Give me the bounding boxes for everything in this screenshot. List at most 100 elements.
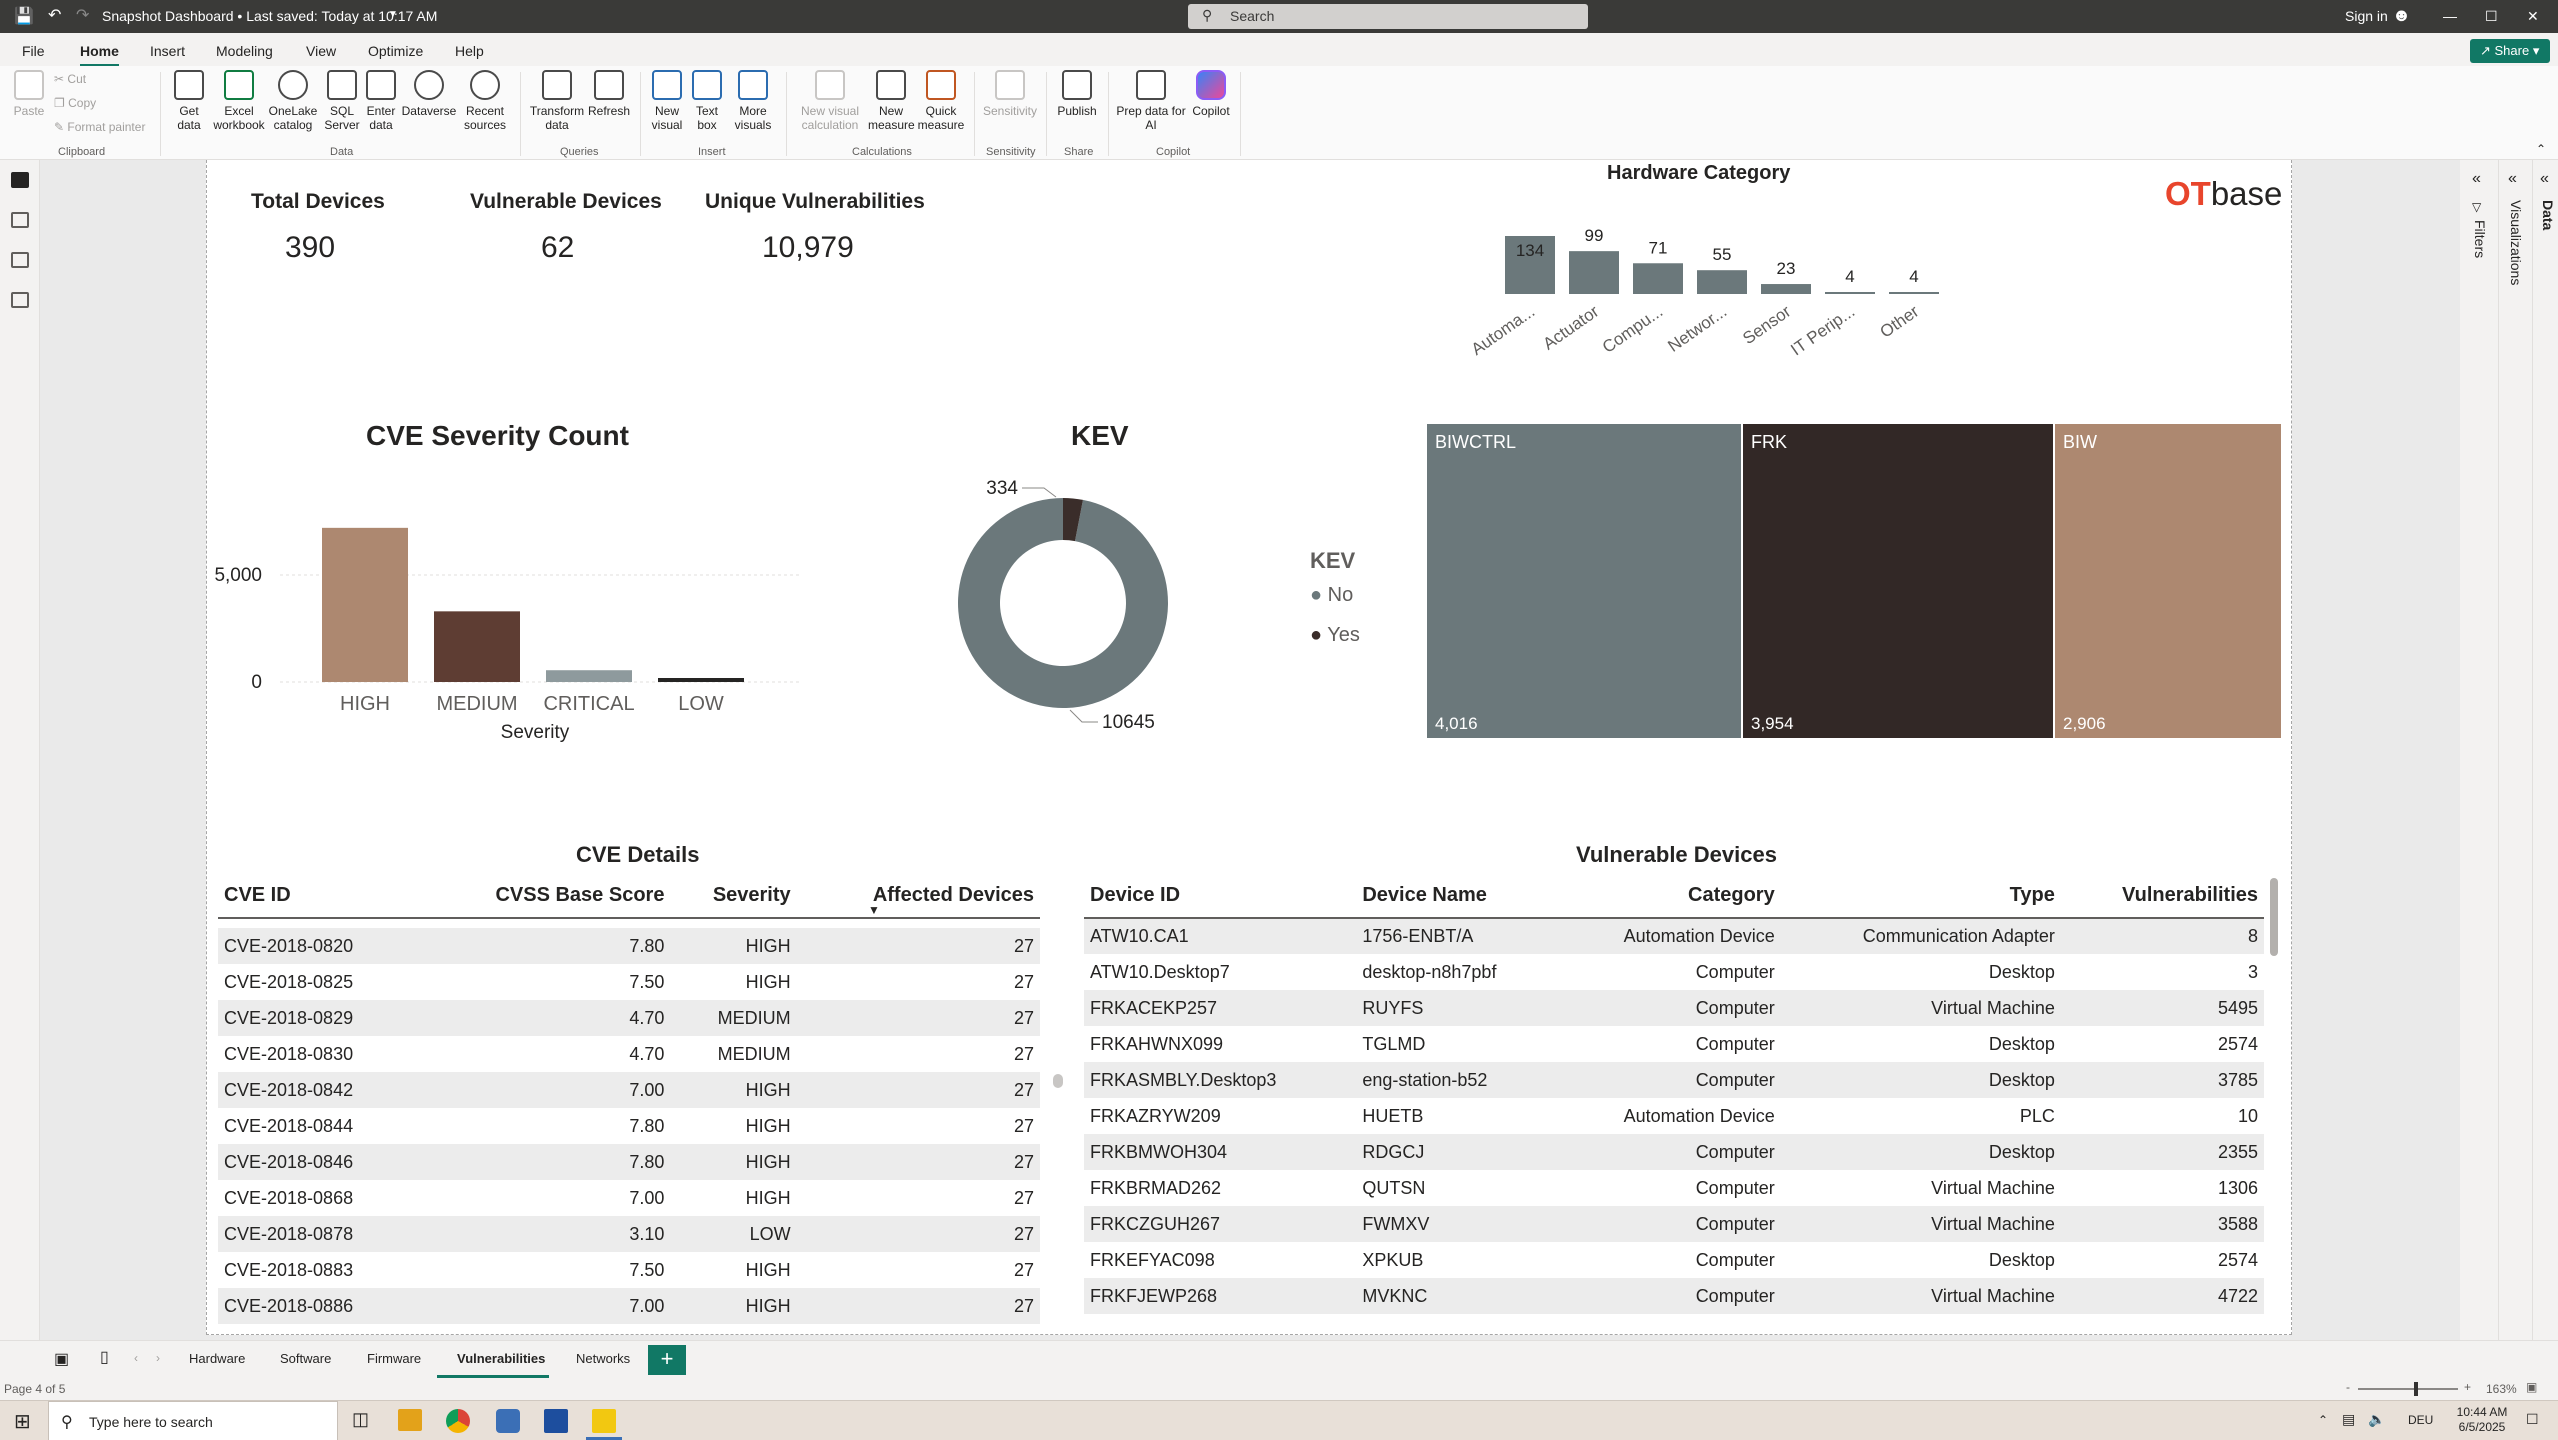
clock[interactable]: 10:44 AM 6/5/2025 [2452,1405,2512,1435]
table-row[interactable]: CVE-2018-0842 7.00 HIGH 27 [218,1072,1040,1108]
close-button[interactable]: ✕ [2527,8,2539,25]
hardware-bar[interactable] [1761,284,1811,294]
enter-data-button[interactable]: Enter data [362,70,400,132]
taskbar-search-input[interactable]: ⚲ Type here to search [48,1401,338,1440]
table-row[interactable]: CVE-2018-0886 7.00 HIGH 27 [218,1288,1040,1324]
sign-in-link[interactable]: Sign in [2345,8,2388,24]
column-header-sorted[interactable]: Affected Devices [797,874,1040,918]
table-row[interactable]: CVE-2018-0846 7.80 HIGH 27 [218,1144,1040,1180]
add-page-button[interactable]: + [648,1345,686,1375]
format-painter-button[interactable]: ✎ Format painter [54,120,145,134]
filters-pane-label[interactable]: Filters [2472,220,2488,258]
table-row[interactable]: FRKAHWNX099 TGLMD Computer Desktop 2574 [1084,1026,2264,1062]
search-input[interactable]: ⚲ Search [1188,4,1588,29]
prev-page-icon[interactable]: ‹ [134,1351,138,1365]
table-view-icon[interactable] [11,212,29,228]
table-row[interactable]: FRKFJEWP268 MVKNC Computer Virtual Machine 4… [1084,1278,2264,1314]
undo-icon[interactable]: ↶ [48,5,61,25]
table-row[interactable]: FRKEFYAC098 XPKUB Computer Desktop 2574 [1084,1242,2264,1278]
column-header[interactable]: Type [1781,874,2061,918]
model-view-icon[interactable] [11,252,29,268]
sql-server-button[interactable]: SQL Server [322,70,362,132]
treemap-cell[interactable]: BIWCTRL 4,016 [1427,424,1741,738]
refresh-button[interactable]: Refresh [586,70,632,118]
sort-descending-icon[interactable]: ▼ [868,903,880,917]
speaker-icon[interactable]: 🔈 [2368,1411,2385,1428]
table-row[interactable]: CVE-2018-0844 7.80 HIGH 27 [218,1108,1040,1144]
copilot-button[interactable]: Copilot [1188,70,1234,118]
collapse-data-icon[interactable]: « [2540,170,2549,188]
sensitivity-button[interactable]: Sensitivity [980,70,1040,118]
table-row[interactable]: FRKAZRYW209 HUETB Automation Device PLC 10 [1084,1098,2264,1134]
zoom-slider[interactable] [2358,1388,2458,1390]
table-row[interactable]: FRKACEKP257 RUYFS Computer Virtual Machine 5… [1084,990,2264,1026]
prep-data-for-ai-button[interactable]: Prep data for AI [1114,70,1188,132]
fit-to-page-icon[interactable]: ▣ [2526,1380,2537,1394]
table-row[interactable]: FRKCZGUH267 FWMXV Computer Virtual Machine 3… [1084,1206,2264,1242]
cut-button[interactable]: ✂ Cut [54,72,86,86]
page-tab-hardware[interactable]: Hardware [189,1351,245,1366]
chevron-down-icon[interactable]: ▼ [388,9,398,20]
table-row[interactable]: ATW10.CA1 1756-ENBT/A Automation Device Com… [1084,918,2264,954]
table-row[interactable]: ATW10.Desktop7 desktop-n8h7pbf Computer Des… [1084,954,2264,990]
collapse-visualizations-icon[interactable]: « [2508,170,2517,188]
severity-bar[interactable] [322,527,408,682]
treemap-cell[interactable]: FRK 3,954 [1743,424,2053,738]
collapse-filters-icon[interactable]: « [2472,170,2481,188]
tab-optimize[interactable]: Optimize [368,43,423,59]
mobile-layout-icon[interactable]: ▯ [100,1347,109,1367]
zoom-out-button[interactable]: - [2346,1380,2350,1394]
notifications-icon[interactable]: ☐ [2526,1411,2539,1428]
table-row[interactable]: CVE-2018-0878 3.10 LOW 27 [218,1216,1040,1252]
chrome-icon[interactable] [446,1409,470,1433]
column-header[interactable]: Vulnerabilities [2061,874,2264,918]
severity-bar[interactable] [434,611,520,682]
severity-bar[interactable] [658,678,744,682]
page-tab-vulnerabilities[interactable]: Vulnerabilities [457,1351,545,1366]
tab-view[interactable]: View [306,43,336,59]
table-row[interactable]: CVE-2018-0830 4.70 MEDIUM 27 [218,1036,1040,1072]
network-icon[interactable]: ▤ [2342,1411,2355,1428]
dax-query-view-icon[interactable] [11,292,29,308]
column-header[interactable]: CVSS Base Score [416,874,670,918]
hardware-bar[interactable] [1825,292,1875,294]
hardware-bar[interactable] [1633,263,1683,294]
more-visuals-button[interactable]: More visuals [728,70,778,132]
severity-bar[interactable] [546,670,632,682]
resize-handle[interactable] [1053,1074,1063,1088]
new-visual-button[interactable]: New visual [646,70,688,132]
hardware-bar[interactable] [1697,270,1747,294]
tab-insert[interactable]: Insert [150,43,185,59]
table-row[interactable]: CVE-2018-0825 7.50 HIGH 27 [218,964,1040,1000]
data-pane-label[interactable]: Data [2540,200,2556,230]
table-row[interactable]: CVE-2018-0868 7.00 HIGH 27 [218,1180,1040,1216]
onelake-catalog-button[interactable]: OneLake catalog [266,70,320,132]
app-icon[interactable] [496,1409,520,1433]
new-visual-calculation-button[interactable]: New visual calculation [792,70,868,132]
page-tab-firmware[interactable]: Firmware [367,1351,421,1366]
new-measure-button[interactable]: New measure [868,70,915,132]
file-explorer-icon[interactable] [398,1409,422,1431]
account-icon[interactable]: ☻ [2392,5,2411,26]
table-scrollbar[interactable] [2270,878,2278,956]
treemap-cell[interactable]: BIW 2,906 [2055,424,2281,738]
collapse-ribbon-icon[interactable]: ⌃ [2536,142,2546,156]
page-tab-networks[interactable]: Networks [576,1351,630,1366]
task-view-icon[interactable]: ◫ [352,1409,369,1430]
table-row[interactable]: FRKBMWOH304 RDGCJ Computer Desktop 2355 [1084,1134,2264,1170]
tab-help[interactable]: Help [455,43,484,59]
tab-home[interactable]: Home [80,43,119,67]
get-data-button[interactable]: Get data [166,70,212,132]
maximize-button[interactable]: ☐ [2485,8,2498,25]
column-header[interactable]: Category [1557,874,1781,918]
save-icon[interactable]: 💾 [14,6,34,26]
excel-workbook-button[interactable]: Excel workbook [212,70,266,132]
quick-measure-button[interactable]: Quick measure [916,70,966,132]
language-indicator[interactable]: DEU [2408,1413,2433,1427]
share-button[interactable]: ↗ Share ▾ [2470,39,2550,63]
hardware-bar[interactable] [1569,251,1619,294]
table-row[interactable]: FRKASMBLY.Desktop3 eng-station-b52 Compute… [1084,1062,2264,1098]
report-view-icon[interactable] [11,172,29,188]
legend-item-no[interactable]: ● No [1310,584,1353,607]
paste-button[interactable]: Paste [12,70,46,118]
